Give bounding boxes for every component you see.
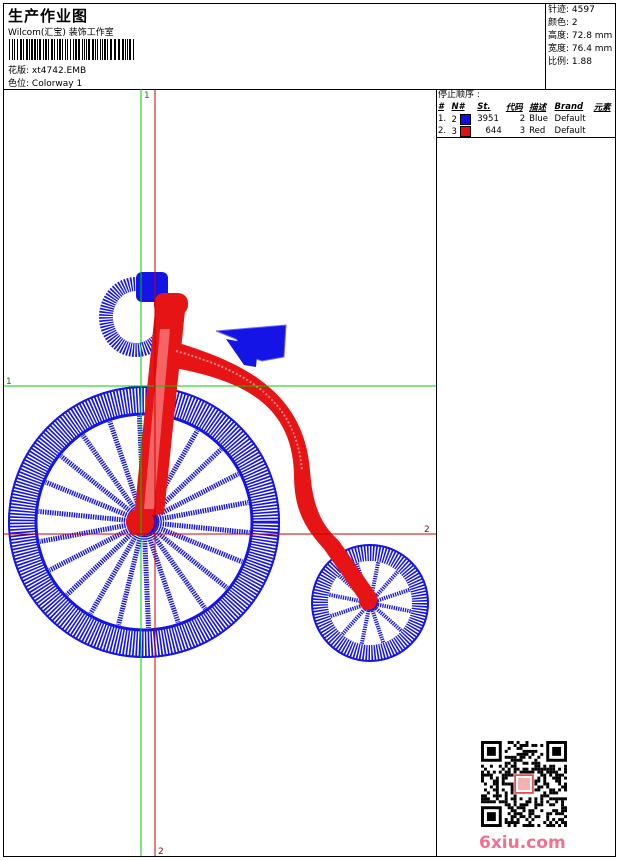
table-row: 2. 3 644 3 Red Default [438,125,586,137]
stop-sequence-panel: 停止顺序 : # N# St. 代码 描述 Brand 元素 1. 2 3951 [436,89,615,138]
stat-width: 宽度: 76.4 mm [548,44,613,54]
stat-height: 高度: 72.8 mm [548,31,613,41]
colorway-label: 色位: [8,79,30,89]
watermark-logo: 6xiu.com [479,833,566,853]
design-canvas: 1 1 2 2 [4,89,437,856]
design-label: 花版: [8,66,30,76]
qr-code [481,741,567,827]
col-description: 描述 [529,103,547,113]
col-brand: Brand [554,102,584,112]
col-index: # [438,102,444,112]
design-value: xt4742.EMB [31,66,87,76]
col-stitches: St. [477,102,491,112]
colorway-line: 色位: Colorway 1 [8,76,82,89]
colorway-value: Colorway 1 [31,79,83,89]
guide-label-red-right: 2 [424,525,430,535]
guide-lines [4,89,436,856]
design-stats: 针迹: 4597 颜色: 2 高度: 72.8 mm 宽度: 76.4 mm 比… [545,4,616,89]
stop-sequence-title: 停止顺序 : [438,90,480,100]
guide-label-green-top: 1 [144,91,150,101]
frame-fork [134,293,188,517]
table-row: 1. 2 3951 2 Blue Default [438,113,586,125]
studio-subtitle: Wilcom(汇宝) 装饰工作室 [8,28,114,38]
col-code: 代码 [505,103,523,113]
barcode [9,39,134,60]
color-swatch-red [459,125,471,137]
front-hub [126,508,154,536]
col-number: N# [451,102,465,112]
color-swatch-blue [459,113,471,125]
stat-colors: 颜色: 2 [548,18,578,28]
worksheet-frame: 生产作业图 Wilcom(汇宝) 装饰工作室 花版: xt4742.EMB 色位… [3,3,616,857]
worksheet-header: 生产作业图 Wilcom(汇宝) 装饰工作室 花版: xt4742.EMB 色位… [4,4,615,90]
embroidery-preview: 1 1 2 2 [4,89,436,856]
frame-backbone [170,341,378,609]
page-title: 生产作业图 [8,7,89,25]
col-element: 元素 [593,103,611,113]
stop-sequence-table: # N# St. 代码 描述 Brand 元素 1. 2 3951 2 Blue… [436,101,615,138]
stat-stitches: 针迹: 4597 [548,5,595,15]
stop-table-header: # N# St. 代码 描述 Brand 元素 [436,101,615,113]
guide-label-red-bottom: 2 [158,847,164,856]
design-file-line: 花版: xt4742.EMB [8,63,86,76]
guide-label-green-left: 1 [6,377,12,387]
stat-scale: 比例: 1.88 [548,57,592,67]
rear-hub [359,592,377,610]
